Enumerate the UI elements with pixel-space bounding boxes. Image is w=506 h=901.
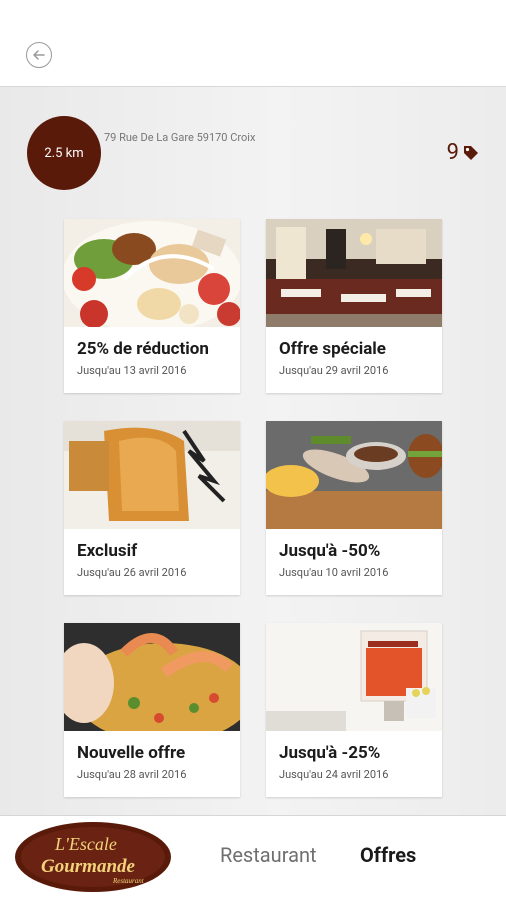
offer-count: 9 bbox=[447, 141, 480, 165]
tab-restaurant[interactable]: Restaurant bbox=[220, 843, 317, 867]
logo-line1: L'Escale bbox=[54, 834, 117, 854]
top-app-bar bbox=[0, 0, 506, 87]
offer-card[interactable]: Offre spéciale Jusqu'au 29 avril 2016 bbox=[266, 219, 442, 393]
offer-card[interactable]: Exclusif Jusqu'au 26 avril 2016 bbox=[64, 421, 240, 595]
offer-date: Jusqu'au 10 avril 2016 bbox=[279, 566, 389, 579]
offer-card[interactable]: Jusqu'à -50% Jusqu'au 10 avril 2016 bbox=[266, 421, 442, 595]
offer-image-foie-gras bbox=[64, 421, 240, 529]
restaurant-address: 79 Rue De La Gare 59170 Croix bbox=[104, 131, 256, 144]
offer-date: Jusqu'au 29 avril 2016 bbox=[279, 364, 389, 377]
offer-date: Jusqu'au 26 avril 2016 bbox=[77, 566, 187, 579]
tag-icon bbox=[464, 146, 478, 160]
offer-card[interactable]: 25% de réduction Jusqu'au 13 avril 2016 bbox=[64, 219, 240, 393]
distance-label: 2.5 km bbox=[44, 145, 84, 161]
distance-badge: 2.5 km bbox=[27, 116, 101, 190]
back-button[interactable] bbox=[26, 42, 52, 68]
offer-card[interactable]: Jusqu'à -25% Jusqu'au 24 avril 2016 bbox=[266, 623, 442, 797]
logo-line3: Restaurant bbox=[112, 877, 145, 885]
logo-line2: Gourmande bbox=[41, 856, 136, 877]
offer-image-aperitif bbox=[266, 623, 442, 731]
offer-date: Jusqu'au 13 avril 2016 bbox=[77, 364, 187, 377]
offer-card[interactable]: Nouvelle offre Jusqu'au 28 avril 2016 bbox=[64, 623, 240, 797]
restaurant-logo: L'Escale Gourmande Restaurant bbox=[13, 820, 173, 894]
arrow-left-icon bbox=[33, 50, 45, 60]
offer-image-salad bbox=[64, 219, 240, 327]
offer-image-interior bbox=[266, 219, 442, 327]
offer-count-number: 9 bbox=[446, 140, 459, 165]
tab-offres[interactable]: Offres bbox=[360, 843, 416, 867]
offer-title: 25% de réduction bbox=[77, 339, 209, 359]
offer-title: Offre spéciale bbox=[279, 339, 386, 359]
offer-date: Jusqu'au 28 avril 2016 bbox=[77, 768, 187, 781]
offer-image-paella bbox=[64, 623, 240, 731]
offer-image-platter bbox=[266, 421, 442, 529]
offer-date: Jusqu'au 24 avril 2016 bbox=[279, 768, 389, 781]
offer-title: Exclusif bbox=[77, 541, 138, 561]
offer-title: Jusqu'à -50% bbox=[279, 541, 381, 561]
offer-title: Jusqu'à -25% bbox=[279, 743, 381, 763]
offer-title: Nouvelle offre bbox=[77, 743, 186, 763]
